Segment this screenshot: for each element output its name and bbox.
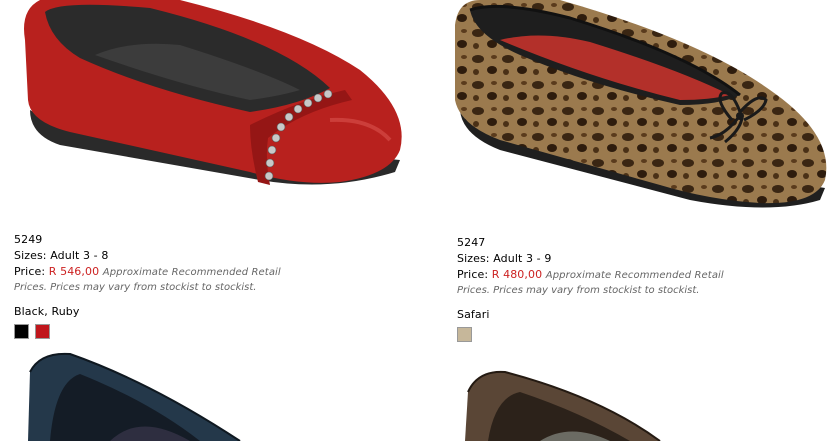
product-image-5247[interactable]	[440, 0, 840, 230]
colors-label: Black, Ruby	[14, 305, 80, 318]
sizes-value: Adult 3 - 9	[493, 252, 552, 265]
swatch-ruby[interactable]	[35, 324, 50, 339]
product-card-5247: 5247 Sizes: Adult 3 - 9 Price: R 480,00 …	[440, 0, 840, 352]
product-image-4[interactable]	[440, 352, 840, 441]
price-amount: R 546,00	[48, 265, 100, 278]
swatch-safari[interactable]	[457, 327, 472, 342]
product-card-5249: 5249 Sizes: Adult 3 - 8 Price: R 546,00 …	[0, 0, 420, 352]
product-image-5249[interactable]	[0, 0, 420, 210]
price-amount: R 480,00	[491, 268, 543, 281]
product-price: Price: R 546,00 Approximate Recommended …	[14, 264, 281, 281]
price-label: Price:	[14, 265, 46, 278]
color-swatches	[457, 327, 472, 342]
product-code: 5247	[457, 236, 486, 249]
price-disclaimer: Prices. Prices may vary from stockist to…	[457, 285, 700, 296]
product-image-3[interactable]	[0, 352, 420, 441]
swatch-black[interactable]	[14, 324, 29, 339]
product-price: Price: R 480,00 Approximate Recommended …	[457, 267, 724, 284]
product-sizes: Sizes: Adult 3 - 9	[457, 251, 551, 267]
product-sizes: Sizes: Adult 3 - 8	[14, 248, 108, 264]
colors-label: Safari	[457, 308, 490, 321]
price-note: Approximate Recommended Retail	[102, 267, 281, 278]
price-label: Price:	[457, 268, 489, 281]
sizes-label: Sizes:	[457, 252, 490, 265]
product-card-4	[440, 352, 840, 441]
product-code: 5249	[14, 233, 43, 246]
price-disclaimer: Prices. Prices may vary from stockist to…	[14, 282, 257, 293]
price-note: Approximate Recommended Retail	[545, 270, 724, 281]
sizes-value: Adult 3 - 8	[50, 249, 109, 262]
sizes-label: Sizes:	[14, 249, 47, 262]
color-swatches	[14, 324, 50, 339]
product-card-3	[0, 352, 420, 441]
